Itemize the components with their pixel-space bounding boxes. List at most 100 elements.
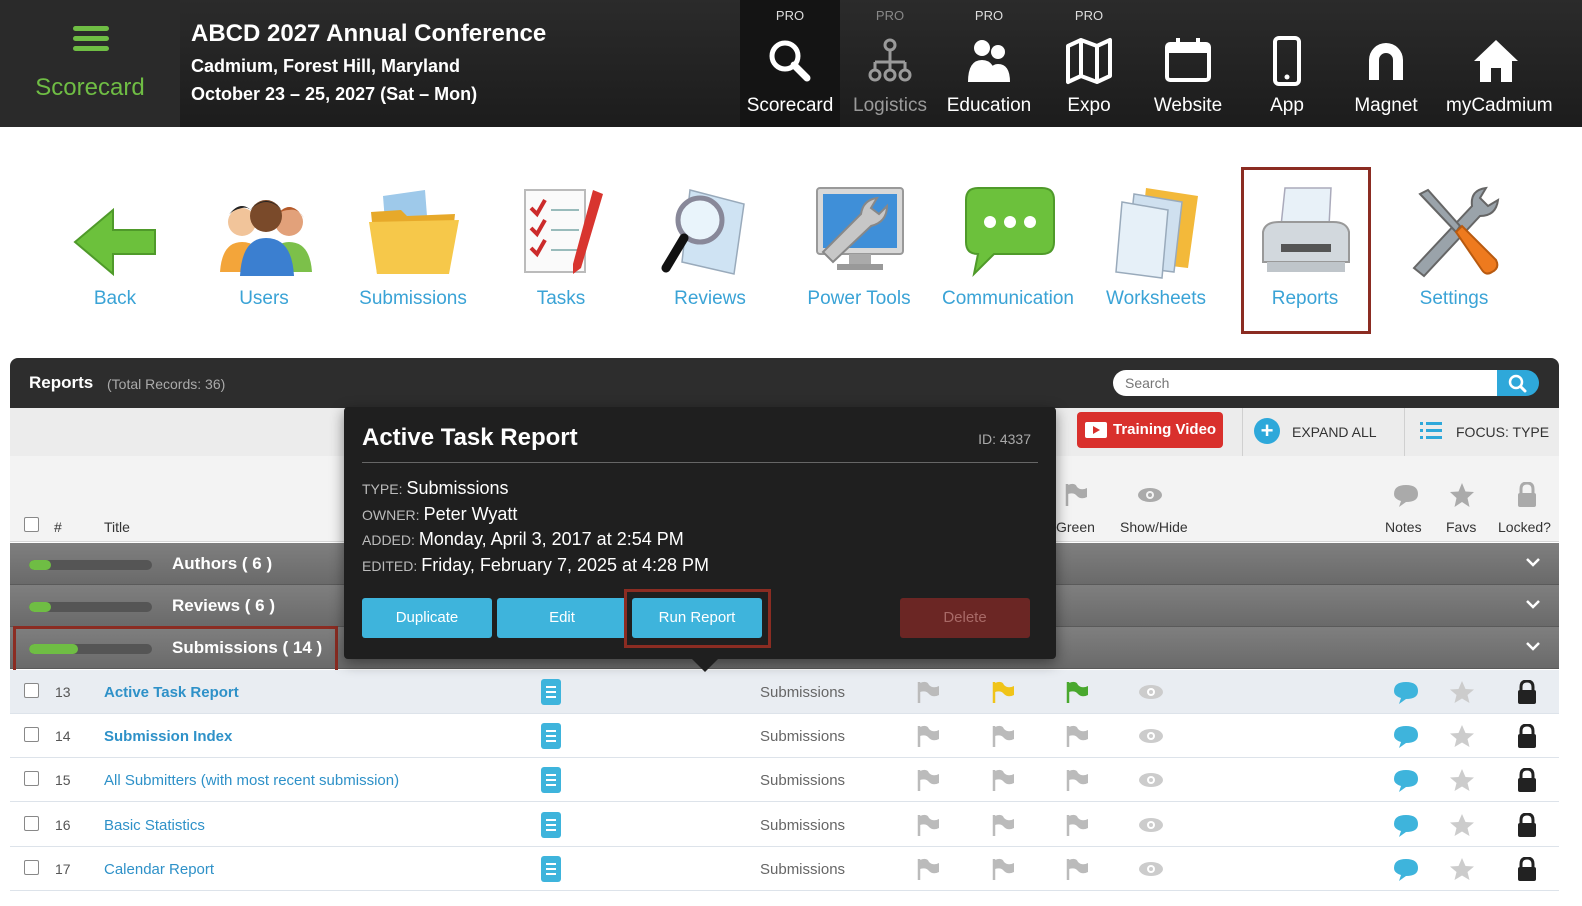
star-icon[interactable]	[1449, 813, 1475, 837]
checklist-icon	[524, 189, 603, 274]
comment-icon[interactable]	[1393, 813, 1419, 837]
flag-icon[interactable]	[915, 768, 941, 792]
flag-icon[interactable]	[990, 813, 1016, 837]
browser-icon	[1165, 38, 1211, 82]
chevron-down-icon[interactable]	[1525, 556, 1541, 568]
row-title-link[interactable]: Submission Index	[104, 728, 232, 745]
tool-label: Worksheets	[1106, 288, 1206, 309]
search-field[interactable]	[1113, 370, 1499, 396]
document-icon[interactable]	[541, 856, 561, 882]
training-video-button[interactable]: Training Video	[1077, 412, 1223, 448]
lock-icon[interactable]	[1514, 813, 1540, 837]
row-title-link[interactable]: Active Task Report	[104, 684, 239, 701]
flag-icon[interactable]	[990, 768, 1016, 792]
tool-communication[interactable]: Communication	[938, 180, 1078, 320]
comment-icon[interactable]	[1393, 768, 1419, 792]
row-type: Submissions	[760, 817, 846, 834]
eye-icon[interactable]	[1138, 813, 1164, 837]
row-checkbox[interactable]	[24, 771, 39, 786]
search-button[interactable]	[1497, 370, 1539, 396]
topnav-magnet[interactable]: Magnet	[1336, 0, 1436, 127]
topnav-scorecard[interactable]: PRO Scorecard	[740, 0, 840, 127]
tool-reviews[interactable]: Reviews	[640, 180, 780, 320]
tool-users[interactable]: Users	[194, 180, 334, 320]
topnav-app[interactable]: App	[1237, 0, 1337, 127]
row-title-link[interactable]: Calendar Report	[104, 861, 214, 878]
star-icon[interactable]	[1449, 857, 1475, 881]
row-checkbox[interactable]	[24, 683, 39, 698]
row-title-link[interactable]: Basic Statistics	[104, 817, 205, 834]
worksheets-icon	[1115, 188, 1198, 279]
tool-tasks[interactable]: Tasks	[491, 180, 631, 320]
topnav-website[interactable]: Website	[1138, 0, 1238, 127]
meta-edited: EDITED: Friday, February 7, 2025 at 4:28 …	[362, 555, 709, 576]
flag-icon[interactable]	[990, 857, 1016, 881]
chevron-down-icon[interactable]	[1525, 640, 1541, 652]
pro-badge: PRO	[974, 8, 1004, 23]
meta-key: EDITED:	[362, 558, 418, 574]
chevron-down-icon[interactable]	[1525, 598, 1541, 610]
green-flag-icon[interactable]	[1064, 680, 1090, 704]
row-title-link[interactable]: All Submitters (with most recent submiss…	[104, 772, 399, 789]
star-icon[interactable]	[1449, 680, 1475, 704]
row-checkbox[interactable]	[24, 727, 39, 742]
flag-icon[interactable]	[915, 813, 941, 837]
people-icon	[968, 40, 1010, 82]
row-checkbox[interactable]	[24, 816, 39, 831]
search-input[interactable]	[1113, 370, 1483, 396]
flag-icon[interactable]	[915, 680, 941, 704]
tool-power-tools[interactable]: Power Tools	[789, 180, 929, 320]
edit-button[interactable]: Edit	[497, 598, 627, 638]
flag-icon[interactable]	[1064, 857, 1090, 881]
flag-icon[interactable]	[1064, 724, 1090, 748]
eye-icon[interactable]	[1138, 857, 1164, 881]
table-row[interactable]: 16 Basic Statistics Submissions	[10, 803, 1559, 847]
topnav-logistics[interactable]: PRO Logistics	[840, 0, 940, 127]
flag-icon[interactable]	[915, 857, 941, 881]
document-icon[interactable]	[541, 812, 561, 838]
col-number: #	[54, 519, 62, 535]
lock-icon[interactable]	[1514, 857, 1540, 881]
row-checkbox[interactable]	[24, 860, 39, 875]
table-row[interactable]: 15 All Submitters (with most recent subm…	[10, 758, 1559, 802]
meta-key: TYPE:	[362, 481, 403, 497]
tool-worksheets[interactable]: Worksheets	[1086, 180, 1226, 320]
lock-icon[interactable]	[1514, 768, 1540, 792]
lock-icon[interactable]	[1514, 724, 1540, 748]
yellow-flag-icon[interactable]	[990, 680, 1016, 704]
eye-icon[interactable]	[1138, 680, 1164, 704]
flag-icon[interactable]	[990, 724, 1016, 748]
divider	[1242, 408, 1243, 456]
comment-icon[interactable]	[1393, 680, 1419, 704]
flag-icon[interactable]	[1064, 813, 1090, 837]
row-type: Submissions	[760, 861, 846, 878]
hamburger-icon[interactable]	[73, 26, 109, 52]
table-row[interactable]: 17 Calendar Report Submissions	[10, 847, 1559, 891]
duplicate-button[interactable]: Duplicate	[362, 598, 492, 638]
home-icon	[1474, 40, 1518, 82]
eye-icon[interactable]	[1138, 768, 1164, 792]
document-icon[interactable]	[541, 767, 561, 793]
topnav-mycadmium[interactable]: myCadmium	[1446, 0, 1553, 127]
topnav-education[interactable]: PRO Education	[939, 0, 1039, 127]
tool-submissions[interactable]: Submissions	[343, 180, 483, 320]
col-title[interactable]: Title	[104, 519, 130, 535]
eye-icon[interactable]	[1138, 724, 1164, 748]
brand-menu[interactable]: Scorecard	[0, 0, 180, 127]
table-row[interactable]: 13 Active Task Report Submissions	[10, 670, 1559, 714]
topnav-expo[interactable]: PRO Expo	[1039, 0, 1139, 127]
star-icon[interactable]	[1449, 768, 1475, 792]
star-icon[interactable]	[1449, 724, 1475, 748]
document-icon[interactable]	[541, 723, 561, 749]
comment-icon[interactable]	[1393, 724, 1419, 748]
tool-back[interactable]: Back	[45, 180, 185, 320]
lock-icon[interactable]	[1514, 680, 1540, 704]
select-all-checkbox[interactable]	[24, 517, 39, 532]
comment-icon[interactable]	[1393, 857, 1419, 881]
tool-settings[interactable]: Settings	[1384, 180, 1524, 320]
flag-icon[interactable]	[1064, 768, 1090, 792]
document-icon[interactable]	[541, 679, 561, 705]
table-row[interactable]: 14 Submission Index Submissions	[10, 714, 1559, 758]
delete-button[interactable]: Delete	[900, 598, 1030, 638]
flag-icon[interactable]	[915, 724, 941, 748]
